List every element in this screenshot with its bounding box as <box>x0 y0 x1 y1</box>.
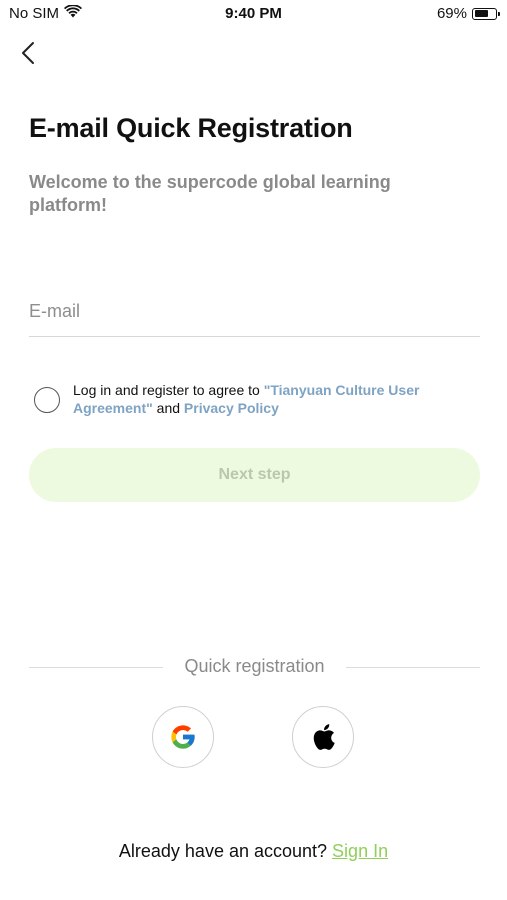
status-right: 69% <box>436 5 500 22</box>
footer: Already have an account? Sign In <box>0 841 507 862</box>
battery-fill <box>474 10 488 17</box>
google-icon <box>171 725 195 749</box>
apple-signin-button[interactable] <box>292 706 354 768</box>
page-title: E-mail Quick Registration <box>29 113 353 143</box>
already-have-account-text: Already have an account? <box>118 841 333 861</box>
google-signin-button[interactable] <box>152 706 214 768</box>
agreement-and: and <box>152 400 184 416</box>
next-step-button[interactable]: Next step <box>29 448 480 502</box>
privacy-policy-link[interactable]: Privacy Policy <box>184 400 279 416</box>
agreement-text: Log in and register to agree to "Tianyua… <box>73 381 463 417</box>
back-button[interactable] <box>14 38 44 68</box>
agreement-prefix: Log in and register to agree to <box>73 382 264 398</box>
email-field[interactable] <box>29 287 480 337</box>
status-bar: No SIM 9:40 PM 69% <box>0 0 507 28</box>
agreement-checkbox[interactable] <box>34 387 60 413</box>
apple-icon <box>313 724 335 750</box>
battery-icon <box>472 7 500 20</box>
quick-registration-divider: Quick registration <box>29 655 480 679</box>
battery-tip <box>498 11 500 16</box>
page-subtitle: Welcome to the supercode global learning… <box>29 172 391 215</box>
chevron-left-icon <box>22 42 34 64</box>
status-time: 9:40 PM <box>225 5 282 22</box>
sign-in-link[interactable]: Sign In <box>332 841 388 861</box>
divider-line-right <box>346 667 480 668</box>
battery-percent: 69% <box>436 5 467 22</box>
